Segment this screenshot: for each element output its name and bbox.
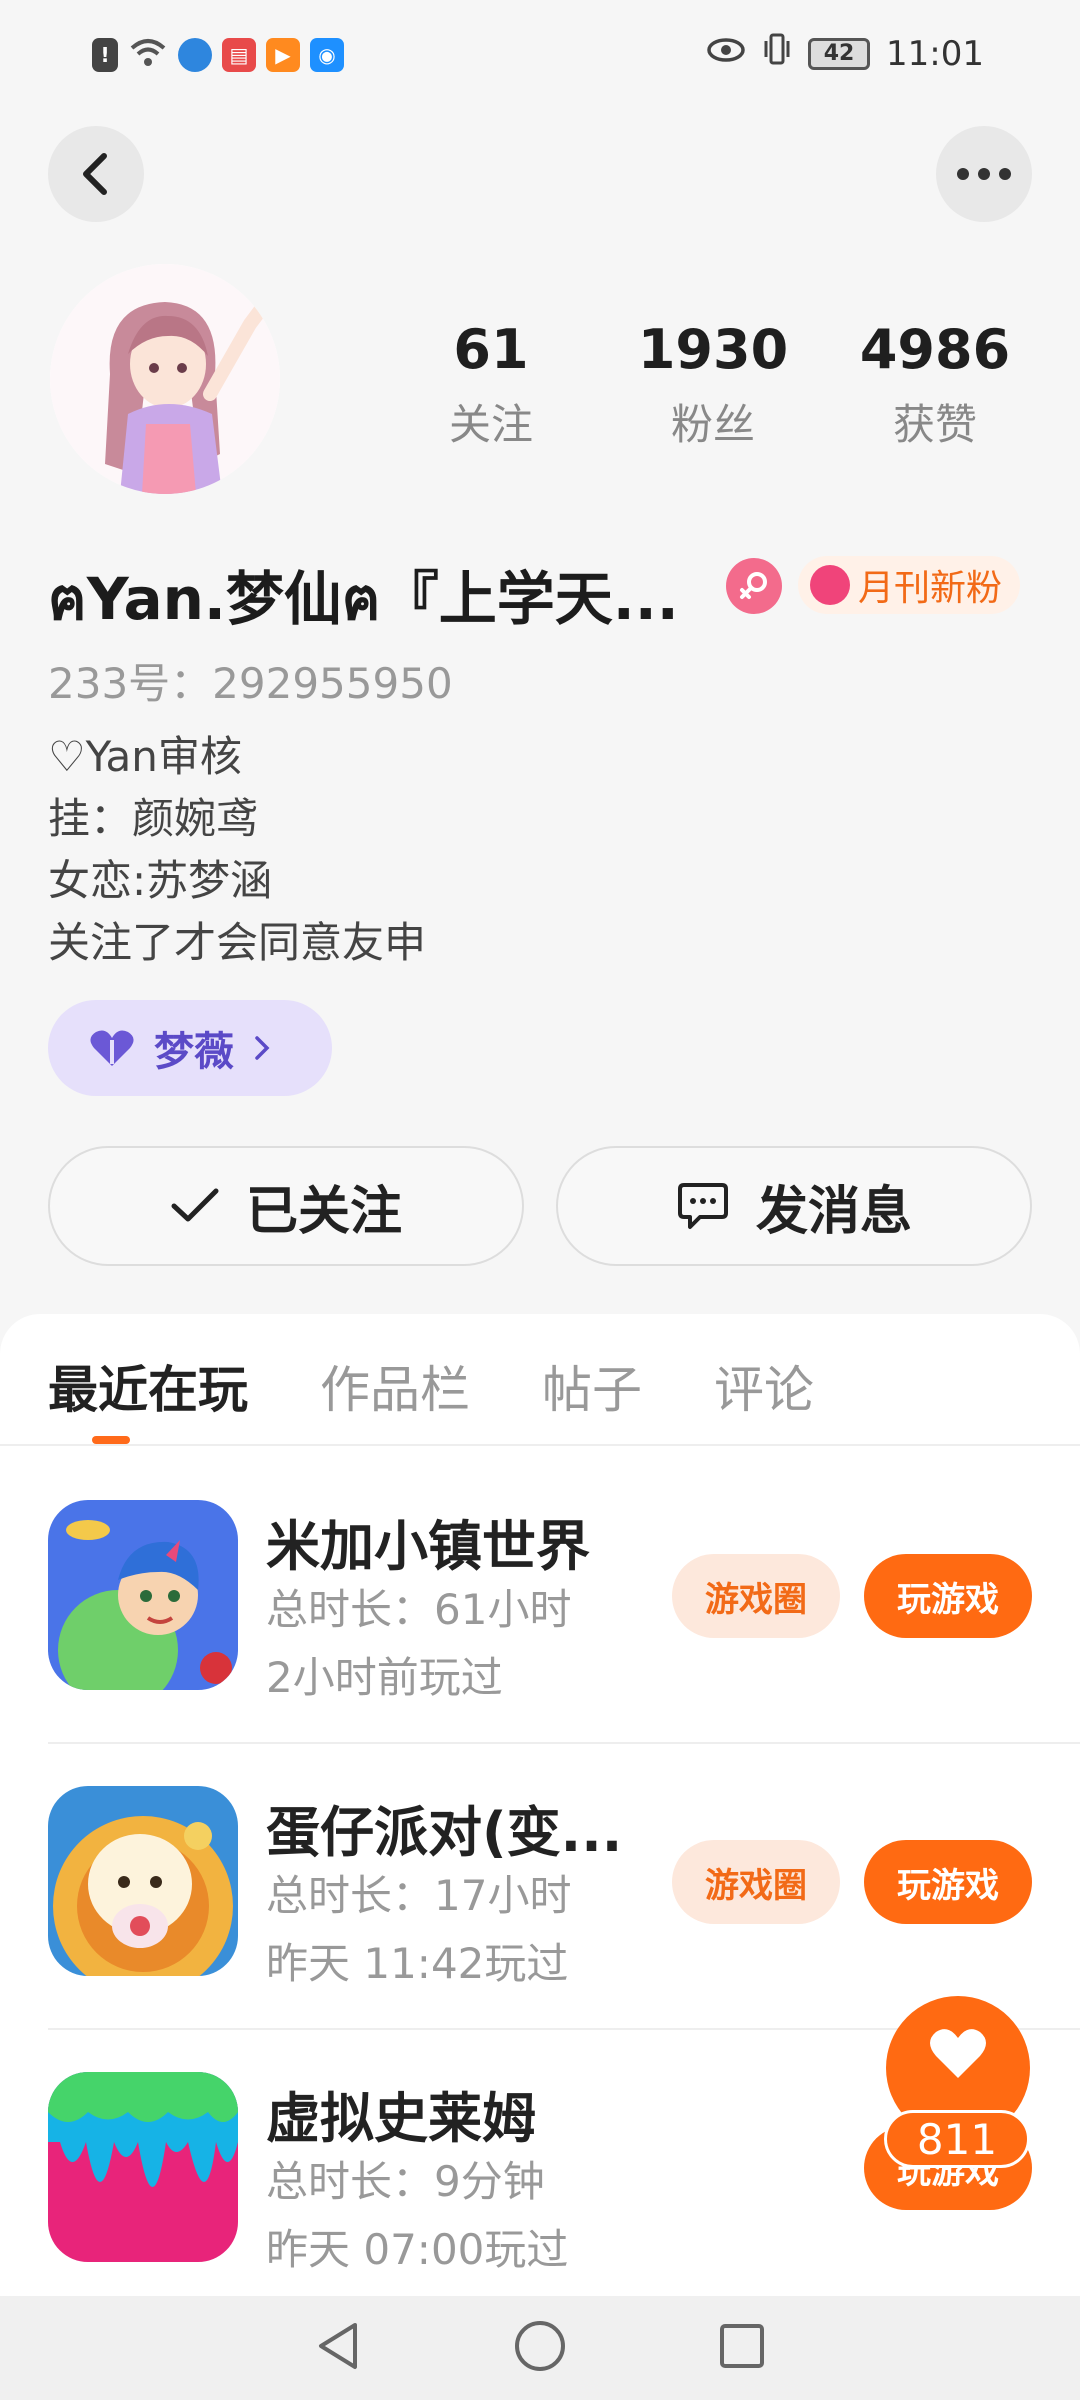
system-indicators: 42 11:01 [706,32,984,75]
check-icon [171,1188,219,1222]
more-button[interactable] [936,126,1032,222]
game-title: 米加小镇世界 [266,1515,590,1578]
bio-line: 挂：颜婉鸢 [48,794,259,843]
bio-line: ♡Yan审核 [48,732,242,781]
followers-stat[interactable]: 1930 粉丝 [602,318,824,452]
video-app-icon: ▶ [266,38,300,72]
followers-count: 1930 [637,318,789,381]
game-icon [48,1786,238,1976]
tab-recently-played[interactable]: 最近在玩 [48,1350,248,1422]
back-button[interactable] [48,126,144,222]
message-button[interactable]: 发消息 [556,1146,1032,1266]
chat-bubble-icon [677,1183,728,1229]
bulb-app-icon: ◉ [310,38,344,72]
game-duration: 总时长：61小时 [266,1585,572,1634]
bio-line: 女恋:苏梦涵 [48,856,273,905]
chevron-left-icon [83,153,107,195]
user-id[interactable]: 233号：292955950 [48,650,453,711]
likes-count: 4986 [859,318,1011,381]
following-label: 关注 [448,400,533,449]
play-game-button[interactable]: 玩游戏 [864,1840,1032,1924]
tab-works[interactable]: 作品栏 [320,1350,470,1422]
profile-stats: 61 关注 1930 粉丝 4986 获赞 [380,318,1046,452]
game-duration: 总时长：17小时 [266,1871,572,1920]
tab-posts[interactable]: 帖子 [542,1350,642,1422]
browser-app-icon [178,38,212,72]
guild-tag[interactable]: 梦薇 [48,1000,332,1096]
avatar[interactable] [50,264,280,494]
likes-stat[interactable]: 4986 获赞 [824,318,1046,452]
likes-label: 获赞 [892,400,977,449]
notification-icons: ! ▤ ▶ ◉ [92,36,344,74]
bio-line: 关注了才会同意友申 [48,918,427,967]
profile-tabs: 最近在玩 作品栏 帖子 评论 [48,1350,814,1422]
battery-icon: 42 [808,37,871,70]
status-bar: ! ▤ ▶ ◉ 42 11:01 [0,0,1080,100]
alert-icon: ! [92,38,118,72]
reader-app-icon: ▤ [222,38,256,72]
wifi-icon [128,36,168,74]
following-stat[interactable]: 61 关注 [380,318,602,452]
nav-home-button[interactable] [513,2319,567,2377]
followers-label: 粉丝 [670,400,755,449]
female-gender-icon [726,558,782,614]
system-nav-bar [0,2296,1080,2400]
play-game-button[interactable]: 玩游戏 [864,1554,1032,1638]
following-button[interactable]: 已关注 [48,1146,524,1266]
heart-badge-icon [810,565,850,605]
guild-heart-icon [90,1030,134,1066]
game-title: 蛋仔派对(变... [266,1801,623,1864]
bio: ♡Yan审核 挂：颜婉鸢 女恋:苏梦涵 关注了才会同意友申 [48,726,426,974]
triangle-back-icon [319,2323,357,2369]
game-circle-button[interactable]: 游戏圈 [672,1840,840,1924]
tab-comments[interactable]: 评论 [714,1350,814,1422]
game-row[interactable]: 蛋仔派对(变... 总时长：17小时 昨天 11:42玩过 游戏圈 玩游戏 [48,1742,1048,2028]
game-duration: 总时长：9分钟 [266,2157,545,2206]
message-label: 发消息 [755,1181,912,1242]
game-last-played: 昨天 07:00玩过 [266,2225,569,2274]
more-dots-icon [957,168,1011,180]
vibrate-icon [762,32,792,75]
clock: 11:01 [886,33,984,74]
nav-back-button[interactable] [313,2319,363,2377]
square-recents-icon [720,2324,764,2368]
like-count: 811 [884,2110,1030,2168]
circle-home-icon [515,2321,565,2371]
guild-name: 梦薇 [154,1029,234,1075]
monthly-fan-badge[interactable]: 月刊新粉 [798,556,1021,614]
game-last-played: 昨天 11:42玩过 [266,1939,569,1988]
monthly-fan-label: 月刊新粉 [858,568,1003,609]
eye-icon [706,34,746,74]
following-count: 61 [453,318,529,381]
game-icon [48,1500,238,1690]
chevron-right-icon [255,1036,270,1060]
following-label: 已关注 [245,1181,402,1242]
game-last-played: 2小时前玩过 [266,1653,503,1702]
heart-icon [930,2029,986,2078]
nav-recents-button[interactable] [717,2321,767,2375]
active-tab-indicator [92,1436,130,1444]
game-circle-button[interactable]: 游戏圈 [672,1554,840,1638]
game-title: 虚拟史莱姆 [266,2087,536,2150]
game-row[interactable]: 米加小镇世界 总时长：61小时 2小时前玩过 游戏圈 玩游戏 [48,1456,1048,1742]
game-icon [48,2072,238,2262]
content-panel: 最近在玩 作品栏 帖子 评论 米加小镇世界 总时长：61小时 2小时前玩过 游戏… [0,1314,1080,2344]
nickname: ฅYan.梦仙ฅ『上学天... [48,565,678,633]
divider [0,1444,1080,1446]
